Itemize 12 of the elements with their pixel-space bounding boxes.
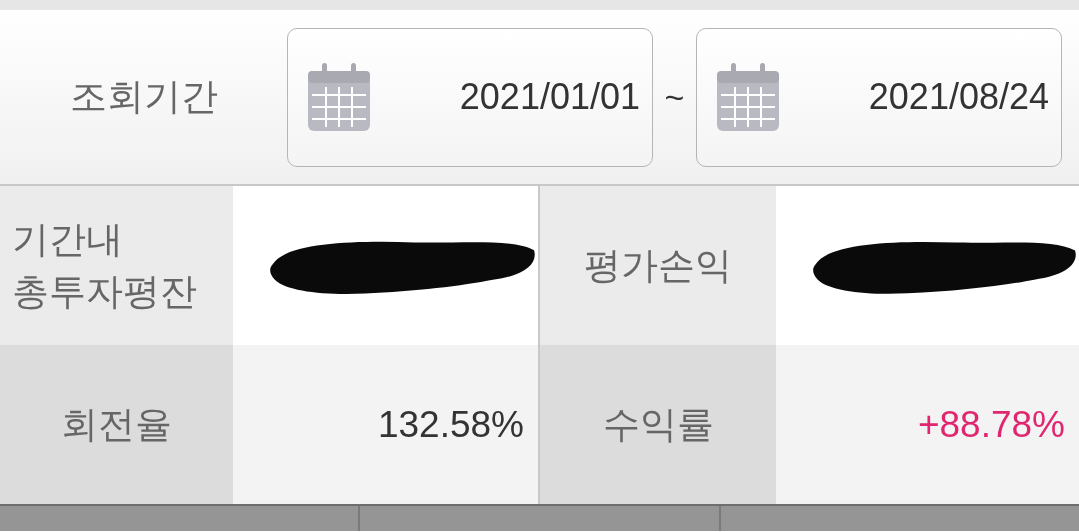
field-label: 평가손익 [583,243,733,288]
field-value: +88.78% [917,402,1066,447]
field-label: 회전율 [60,402,173,447]
date-picker[interactable]: 2021/01/01 [287,27,653,167]
date-picker[interactable]: 2021/08/24 [696,27,1062,167]
calendar-icon [306,61,372,133]
field-label: 기간내 총투자평잔 [11,217,197,314]
field-label: 수익률 [601,402,715,447]
calendar-icon [715,61,781,133]
field-value: 132.58% [377,402,525,447]
tilde-separator: ~ [663,76,686,118]
period-label: 조회기간 [68,75,219,120]
